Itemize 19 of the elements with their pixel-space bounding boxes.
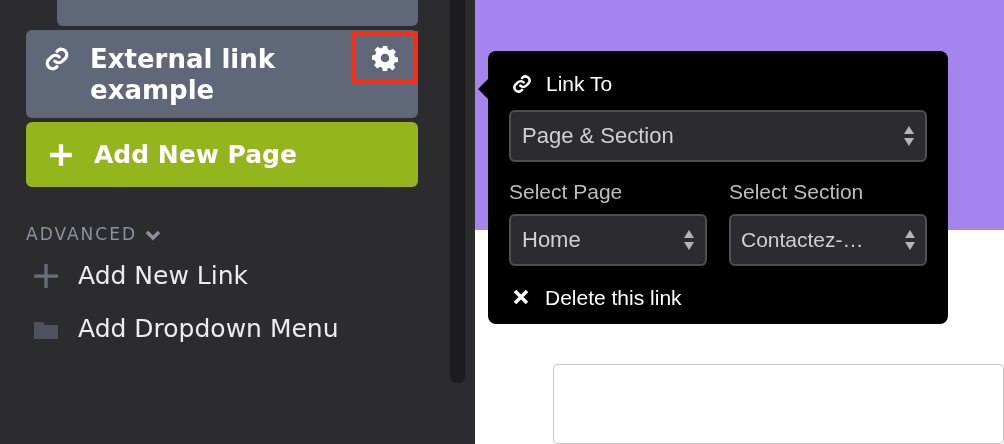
advanced-toggle[interactable]: ADVANCED xyxy=(26,222,161,248)
plus-icon xyxy=(48,141,74,168)
delete-link-button[interactable]: Delete this link xyxy=(513,281,682,313)
field-label: Select Section xyxy=(729,179,865,204)
link-icon xyxy=(44,46,70,72)
page-title: External link example xyxy=(90,44,277,106)
close-icon xyxy=(513,289,529,306)
popup-title: Link To xyxy=(546,71,613,97)
menu-item[interactable]: Add Dropdown Menu xyxy=(33,312,339,345)
link-icon xyxy=(512,73,532,94)
settings-button[interactable] xyxy=(352,31,418,84)
link-type-select[interactable]: Page & Section xyxy=(509,109,927,162)
menu-item[interactable]: Add New Link xyxy=(33,259,249,292)
settings-icon xyxy=(372,44,398,71)
section-select[interactable]: Contactez-… xyxy=(729,213,927,266)
field-label: Select Page xyxy=(509,179,624,204)
plus-icon xyxy=(33,262,59,289)
page-card[interactable]: External link example xyxy=(26,30,418,118)
page-select[interactable]: Home xyxy=(509,213,707,266)
